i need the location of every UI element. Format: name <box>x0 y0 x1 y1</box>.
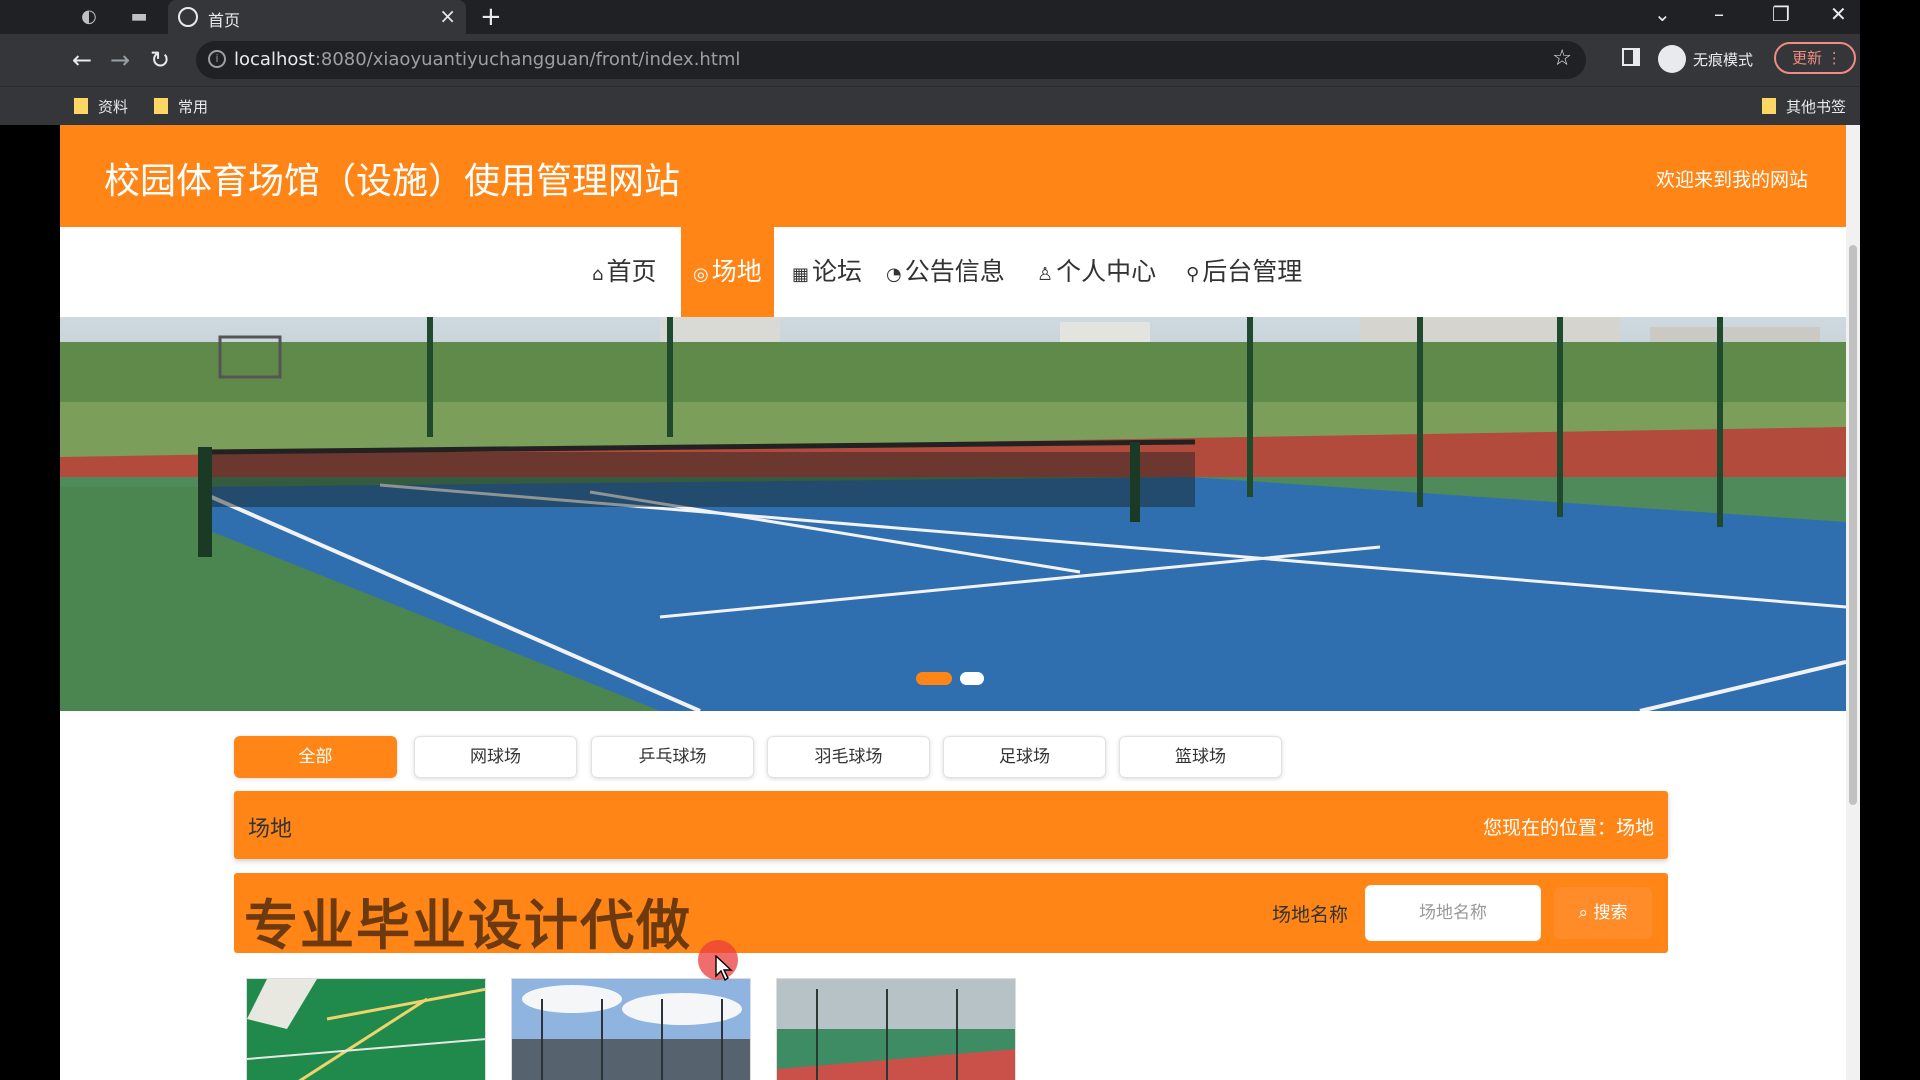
location-bar: 场地 您现在的位置：场地 <box>234 791 1668 859</box>
reload-button[interactable]: ↻ <box>150 46 170 74</box>
venue-thumbnail <box>512 979 750 1080</box>
window-close-button[interactable]: ✕ <box>1830 2 1847 26</box>
info-icon[interactable]: i <box>208 50 226 68</box>
tab-search-icon[interactable]: ◐ <box>78 6 100 28</box>
side-panel-icon[interactable] <box>1622 48 1640 66</box>
venue-name-input[interactable] <box>1365 885 1541 941</box>
folder-icon <box>74 98 88 114</box>
mouse-cursor-icon <box>715 955 733 981</box>
carousel-banner[interactable] <box>60 317 1846 711</box>
page-content: 校园体育场馆（设施）使用管理网站 欢迎来到我的网站 ⌂ 首页 ◎ 场地 ▦ 论坛 ◔ 公… <box>60 125 1846 1080</box>
section-title: 场地 <box>248 817 293 842</box>
nav-venue[interactable]: ◎ 场地 <box>681 227 774 317</box>
main-nav: ⌂ 首页 ◎ 场地 ▦ 论坛 ◔ 公告信息 ♙ 个人中心 ⚲ 后台管理 <box>60 227 1846 317</box>
other-bookmarks[interactable]: 其他书签 <box>1762 96 1846 117</box>
tab-home[interactable]: 首页 × <box>168 0 466 34</box>
address-bar[interactable]: i localhost:8080/xiaoyuantiyuchangguan/f… <box>196 41 1586 79</box>
home-icon: ⌂ <box>592 264 604 285</box>
globe-icon <box>178 7 198 27</box>
tab-title: 首页 <box>208 11 241 30</box>
incognito-label: 无痕模式 <box>1693 51 1754 69</box>
venue-thumbnail <box>247 979 485 1080</box>
back-button[interactable]: ← <box>72 46 92 74</box>
close-icon[interactable]: × <box>439 4 456 28</box>
welcome-text: 欢迎来到我的网站 <box>1655 169 1808 191</box>
forum-icon: ▦ <box>792 264 810 285</box>
category-badminton[interactable]: 羽毛球场 <box>767 736 930 778</box>
page-scrollbar[interactable] <box>1846 125 1860 1080</box>
new-tab-button[interactable]: + <box>480 2 502 32</box>
category-basketball[interactable]: 篮球场 <box>1119 736 1282 778</box>
tennis-court-image <box>60 317 1846 711</box>
search-button[interactable]: ⌕ 搜索 <box>1554 887 1652 939</box>
site-title: 校园体育场馆（设施）使用管理网站 <box>104 161 681 202</box>
venue-card[interactable] <box>511 978 751 1080</box>
category-tennis[interactable]: 网球场 <box>414 736 577 778</box>
forward-button[interactable]: → <box>110 46 130 74</box>
update-button[interactable]: 更新 ⋮ <box>1774 42 1856 74</box>
nav-home[interactable]: ⌂ 首页 <box>580 227 668 317</box>
basketball-icon: ◎ <box>693 264 709 285</box>
breadcrumb: 您现在的位置：场地 <box>1482 817 1654 839</box>
scrollbar-thumb[interactable] <box>1849 245 1857 805</box>
venue-thumbnail <box>777 979 1015 1080</box>
folder-icon <box>154 98 168 114</box>
user-icon: ♙ <box>1037 264 1054 285</box>
url-text: localhost:8080/xiaoyuantiyuchangguan/fro… <box>234 49 741 70</box>
browser-toolbar: ← → ↻ i localhost:8080/xiaoyuantiyuchang… <box>0 34 1860 86</box>
promo-watermark: 专业毕业设计代做 <box>244 894 692 957</box>
nav-forum[interactable]: ▦ 论坛 <box>780 227 874 317</box>
search-label: 场地名称 <box>1272 904 1349 926</box>
carousel-dot-active[interactable] <box>916 672 952 685</box>
bookmark-star-icon[interactable]: ☆ <box>1552 46 1572 71</box>
link-icon: ⚲ <box>1186 264 1200 285</box>
search-bar: 专业毕业设计代做 场地名称 ⌕ 搜索 <box>234 873 1668 957</box>
category-all[interactable]: 全部 <box>234 736 397 778</box>
carousel-dot[interactable] <box>960 672 984 685</box>
site-header: 校园体育场馆（设施）使用管理网站 欢迎来到我的网站 <box>60 125 1846 227</box>
search-icon: ⌕ <box>1578 903 1589 923</box>
dashboard-icon: ◔ <box>886 264 902 285</box>
category-football[interactable]: 足球场 <box>943 736 1106 778</box>
incognito-icon[interactable] <box>1658 45 1686 73</box>
tab-strip: ◐ ▬ 首页 × + ⌄ – ❐ ✕ <box>0 0 1860 34</box>
chevron-down-icon[interactable]: ⌄ <box>1654 2 1671 26</box>
bookmark-folder[interactable]: 常用 <box>154 96 208 117</box>
venue-card[interactable] <box>246 978 486 1080</box>
minimize-button[interactable]: – <box>1714 2 1724 26</box>
bookmark-folder[interactable]: 资料 <box>74 96 128 117</box>
folder-icon <box>1762 98 1776 114</box>
tab-group-icon[interactable]: ▬ <box>128 6 150 28</box>
category-table-tennis[interactable]: 乒乓球场 <box>591 736 754 778</box>
nav-notices[interactable]: ◔ 公告信息 <box>874 227 1017 317</box>
bookmarks-bar: 资料 常用 其他书签 <box>0 86 1860 125</box>
browser-chrome: ◐ ▬ 首页 × + ⌄ – ❐ ✕ ← → ↻ i localhost:808… <box>0 0 1860 125</box>
nav-admin[interactable]: ⚲ 后台管理 <box>1174 227 1314 317</box>
venue-card[interactable] <box>776 978 1016 1080</box>
restore-button[interactable]: ❐ <box>1772 2 1790 26</box>
nav-profile[interactable]: ♙ 个人中心 <box>1025 227 1168 317</box>
